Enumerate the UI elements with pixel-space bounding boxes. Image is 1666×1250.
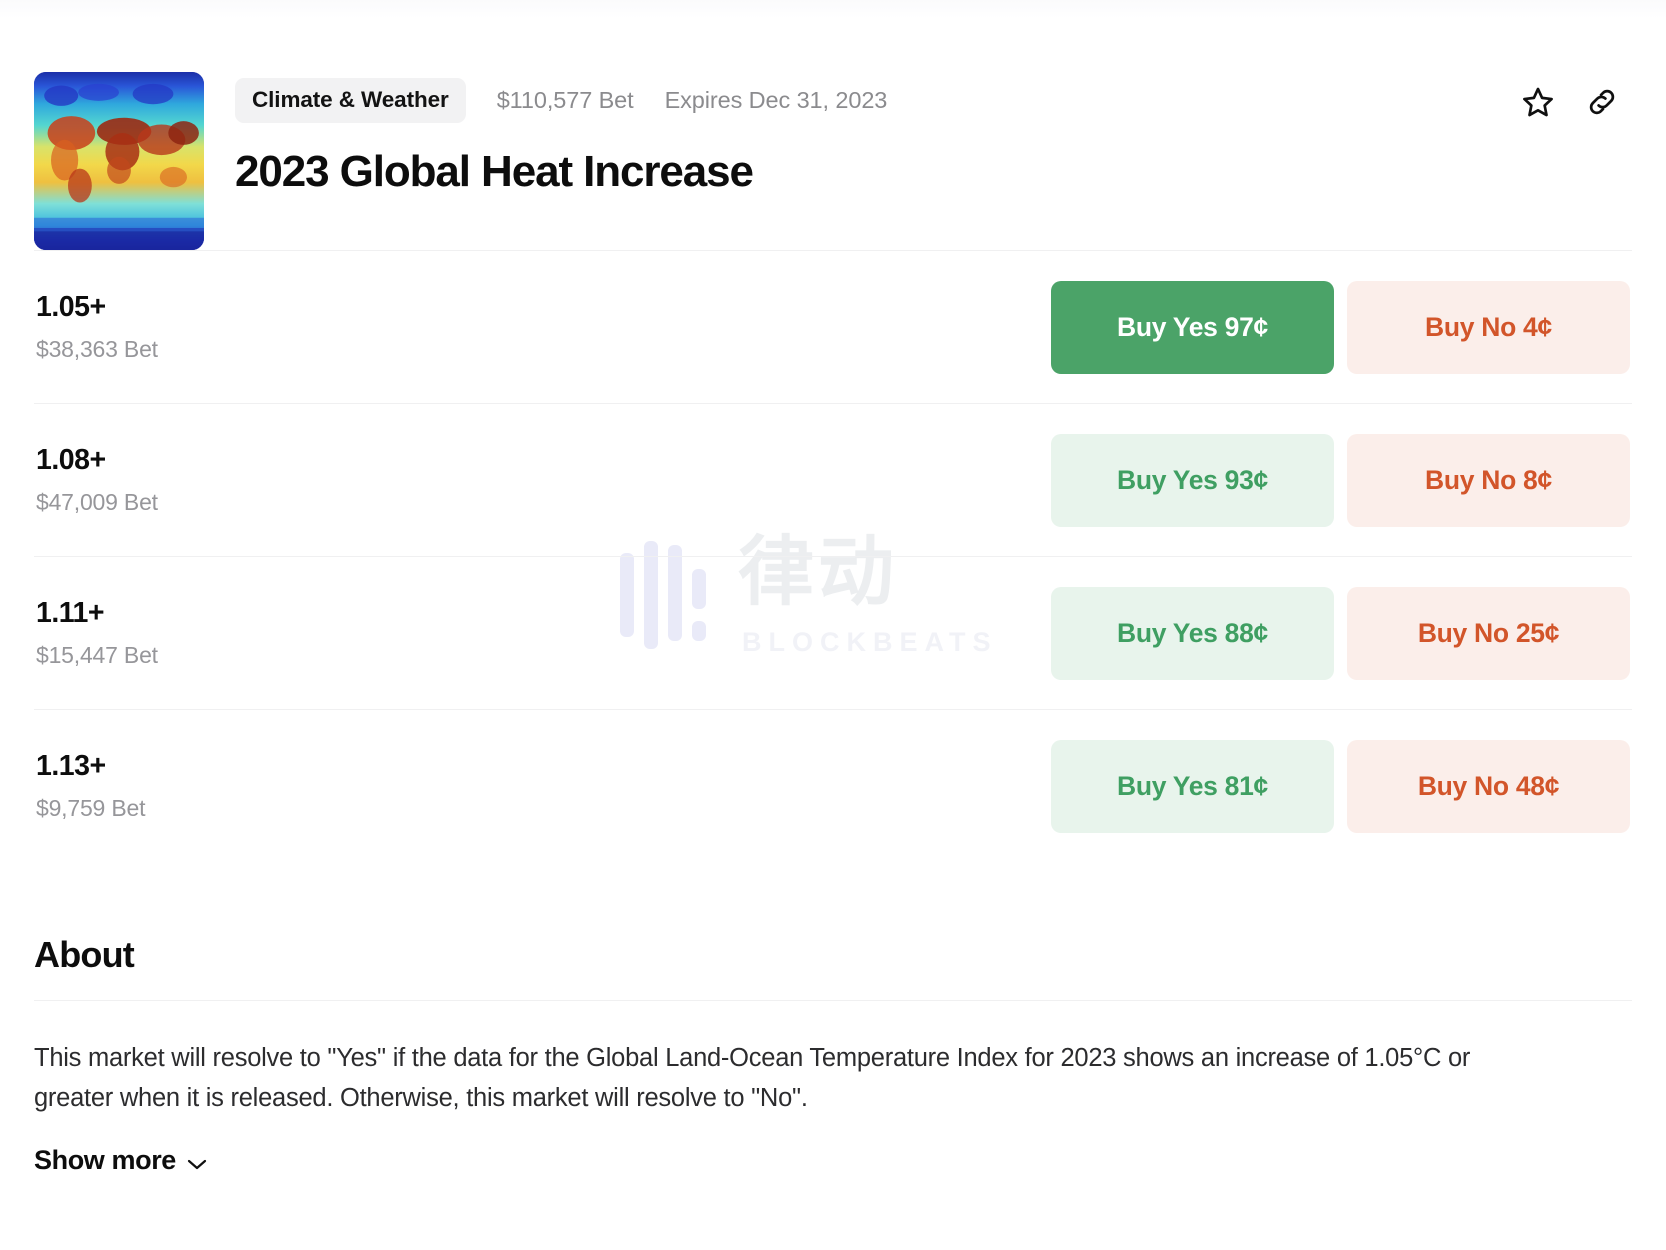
chevron-down-icon: [186, 1147, 208, 1178]
buy-yes-button[interactable]: Buy Yes 93¢: [1051, 433, 1334, 527]
outcome-info: 1.08+ $47,009 Bet: [36, 444, 158, 516]
outcome-volume: $47,009 Bet: [36, 489, 158, 515]
buy-no-button[interactable]: Buy No 48¢: [1347, 739, 1630, 833]
market-detail-page: 律动 BLOCKBEATS Climate & Weather $110,577…: [0, 0, 1666, 1250]
outcome-name: 1.05+: [36, 291, 106, 323]
outcome-actions: Buy Yes 81¢ Buy No 48¢: [1051, 739, 1630, 833]
outcome-volume: $38,363 Bet: [36, 336, 158, 362]
link-icon: [1585, 85, 1619, 119]
show-more-label: Show more: [34, 1144, 176, 1175]
outcome-actions: Buy Yes 97¢ Buy No 4¢: [1051, 280, 1630, 374]
outcome-info: 1.11+ $15,447 Bet: [36, 597, 158, 669]
buy-no-button[interactable]: Buy No 4¢: [1347, 280, 1630, 374]
market-header-main: Climate & Weather $110,577 Bet Expires D…: [204, 72, 1520, 196]
outcome-actions: Buy Yes 88¢ Buy No 25¢: [1051, 586, 1630, 680]
outcome-name: 1.11+: [36, 597, 105, 629]
star-icon: [1521, 85, 1555, 119]
table-row: 1.08+ $47,009 Bet Buy Yes 93¢ Buy No 8¢: [34, 404, 1632, 556]
outcome-info: 1.13+ $9,759 Bet: [36, 750, 145, 822]
buy-no-button[interactable]: Buy No 8¢: [1347, 433, 1630, 527]
buy-yes-button[interactable]: Buy Yes 81¢: [1051, 739, 1334, 833]
outcomes-list: 1.05+ $38,363 Bet Buy Yes 97¢ Buy No 4¢ …: [34, 250, 1632, 862]
outcome-info: 1.05+ $38,363 Bet: [36, 291, 158, 363]
bookmark-button[interactable]: [1520, 84, 1556, 120]
outcome-name: 1.13+: [36, 750, 106, 782]
about-heading: About: [34, 934, 135, 975]
market-header: Climate & Weather $110,577 Bet Expires D…: [0, 0, 1666, 250]
show-more-button[interactable]: Show more: [34, 1143, 208, 1178]
table-row: 1.11+ $15,447 Bet Buy Yes 88¢ Buy No 25¢: [34, 557, 1632, 709]
buy-yes-button[interactable]: Buy Yes 88¢: [1051, 586, 1334, 680]
page-title: 2023 Global Heat Increase: [235, 147, 754, 196]
table-row: 1.05+ $38,363 Bet Buy Yes 97¢ Buy No 4¢: [34, 251, 1632, 403]
header-actions: [1520, 72, 1632, 120]
market-expiry: Expires Dec 31, 2023: [664, 86, 888, 113]
outcome-name: 1.08+: [36, 444, 106, 476]
share-link-button[interactable]: [1584, 84, 1620, 120]
market-thumbnail: [34, 72, 204, 250]
category-chip[interactable]: Climate & Weather: [235, 77, 466, 123]
buy-yes-button[interactable]: Buy Yes 97¢: [1051, 280, 1334, 374]
outcome-actions: Buy Yes 93¢ Buy No 8¢: [1051, 433, 1630, 527]
buy-no-button[interactable]: Buy No 25¢: [1347, 586, 1630, 680]
market-meta-row: Climate & Weather $110,577 Bet Expires D…: [235, 77, 1520, 123]
outcome-volume: $9,759 Bet: [36, 795, 146, 821]
about-section: About This market will resolve to "Yes" …: [34, 862, 1632, 1178]
market-volume: $110,577 Bet: [496, 86, 634, 113]
outcome-volume: $15,447 Bet: [36, 642, 158, 668]
about-body-text: This market will resolve to "Yes" if the…: [34, 1044, 1471, 1112]
table-row: 1.13+ $9,759 Bet Buy Yes 81¢ Buy No 48¢: [34, 710, 1632, 862]
